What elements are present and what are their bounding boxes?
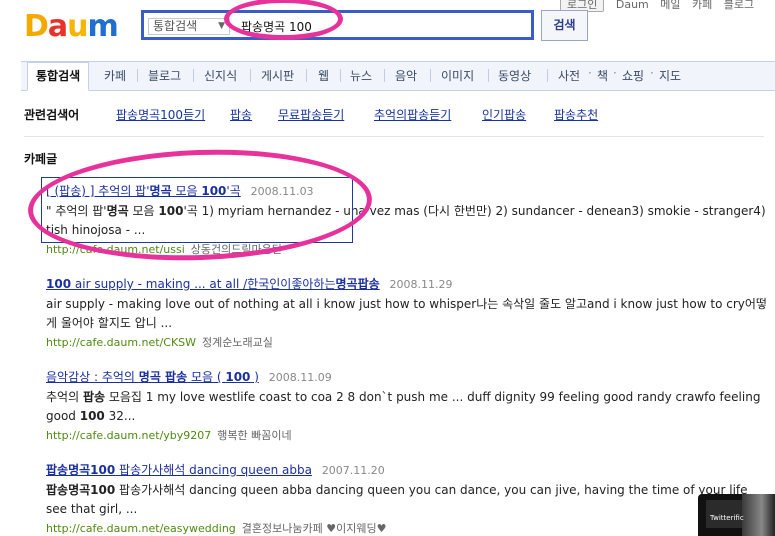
result-url[interactable]: http://cafe.daum.net/easywedding 결혼정보나눔카페… — [46, 520, 771, 536]
ad-phone-image[interactable]: Twitterific — [698, 494, 775, 536]
tab-shopping[interactable]: 쇼핑 — [622, 67, 644, 84]
result-date: 2008.11.29 — [389, 278, 453, 291]
logo-letter-m: m — [87, 9, 119, 44]
related-search-link[interactable]: 무료팝송듣기 — [278, 106, 344, 123]
daum-link[interactable]: Daum — [616, 0, 649, 11]
search-button[interactable]: 검색 — [541, 10, 588, 41]
search-scope-label: 통합검색 — [153, 19, 198, 33]
result-date: 2007.11.20 — [321, 464, 385, 477]
result-url[interactable]: http://cafe.daum.net/CKSW 정계순노래교실 — [46, 334, 771, 350]
tab-divider — [193, 69, 194, 82]
result-cafe-name[interactable]: 정계순노래교실 — [202, 336, 273, 349]
result-snippet: 팝송명곡100 팝송가사해석 dancing queen abba dancin… — [46, 483, 748, 516]
related-search-link[interactable]: 팝송추천 — [554, 106, 598, 123]
logo-letter-a: a — [47, 9, 68, 44]
result-snippet: air supply - making love out of nothing … — [46, 297, 767, 330]
logo-letter-d: D — [24, 9, 49, 44]
tab-divider — [430, 69, 431, 82]
related-searches-title: 관련검색어 — [24, 108, 80, 122]
tab-book[interactable]: 책 — [597, 67, 608, 84]
search-box: 통합검색 ▼ — [141, 10, 534, 40]
related-search-link[interactable]: 인기팝송 — [482, 106, 526, 123]
top-utility-links: 로그인 Daum 메일 카페 블로그 — [560, 0, 762, 12]
chevron-down-icon: ▼ — [218, 21, 225, 31]
related-search-link[interactable]: 팝송명곡100듣기 — [116, 106, 205, 123]
result-cafe-name[interactable]: 행복한 빠꼼이네 — [217, 429, 291, 442]
cafe-section-title: 카페글 — [24, 152, 58, 166]
phone-gloss — [742, 494, 775, 536]
tab-dot: · — [588, 66, 592, 80]
result-title-link[interactable]: 팝송명곡100 팝송가사해석 dancing queen abba — [46, 463, 312, 477]
result-snippet: " 추억의 팝'명곡 모음 100'곡 1) myriam hernandez … — [46, 204, 766, 237]
tab-knowledge[interactable]: 신지식 — [204, 67, 237, 84]
tab-web[interactable]: 웹 — [318, 67, 329, 84]
related-search-link[interactable]: 팝송 — [230, 106, 252, 123]
tab-divider — [340, 69, 341, 82]
tab-cafe[interactable]: 카페 — [104, 67, 126, 84]
search-input[interactable] — [241, 18, 521, 35]
tab-divider — [137, 69, 138, 82]
tab-divider — [488, 69, 489, 82]
blog-link[interactable]: 블로그 — [724, 0, 754, 11]
search-scope-select[interactable]: 통합검색 ▼ — [148, 18, 230, 35]
result-url[interactable]: http://cafe.daum.net/ussi 상동건의드림마운틴 — [46, 241, 771, 257]
tab-divider — [547, 69, 548, 82]
tab-divider — [384, 69, 385, 82]
tab-dot: · — [650, 66, 654, 80]
result-title-link[interactable]: [ (팝송) ] 추억의 팝'명곡 모음 100'곡 — [46, 184, 241, 198]
ad-label: Twitterific — [710, 514, 744, 522]
tab-blog[interactable]: 블로그 — [148, 67, 181, 84]
tab-dot: · — [613, 66, 617, 80]
tab-divider — [250, 69, 251, 82]
cafe-link[interactable]: 카페 — [692, 0, 712, 11]
result-snippet: 추억의 팝송 모음집 1 my love westlife coast to c… — [46, 390, 761, 423]
search-result: [ (팝송) ] 추억의 팝'명곡 모음 100'곡 2008.11.03 " … — [46, 182, 771, 257]
related-search-link[interactable]: 추억의팝송듣기 — [374, 106, 451, 123]
tab-news[interactable]: 뉴스 — [350, 67, 372, 84]
search-result: 팝송명곡100 팝송가사해석 dancing queen abba 2007.1… — [46, 461, 771, 536]
daum-logo[interactable]: Daum — [24, 9, 119, 44]
divider — [24, 136, 764, 137]
tab-integrated[interactable]: 통합검색 — [27, 62, 90, 91]
result-cafe-name[interactable]: 상동건의드림마운틴 — [191, 243, 282, 256]
logo-letter-u: u — [67, 9, 88, 44]
tab-board[interactable]: 게시판 — [261, 67, 294, 84]
search-tabs: 통합검색 카페 블로그 신지식 게시판 웹 뉴스 음악 이미지 동영상 사전 ·… — [21, 61, 775, 91]
tab-dictionary[interactable]: 사전 — [558, 67, 580, 84]
search-result: 100 air supply - making ... at all /한국인이… — [46, 275, 771, 350]
result-url[interactable]: http://cafe.daum.net/yby9207 행복한 빠꼼이네 — [46, 427, 771, 443]
mail-link[interactable]: 메일 — [660, 0, 680, 11]
result-date: 2008.11.09 — [268, 371, 332, 384]
search-result: 음악감상 : 추억의 명곡 팝송 모음 ( 100 ) 2008.11.09 추… — [46, 368, 771, 443]
tab-divider — [306, 69, 307, 82]
result-date: 2008.11.03 — [250, 185, 314, 198]
result-title-link[interactable]: 음악감상 : 추억의 명곡 팝송 모음 ( 100 ) — [46, 370, 259, 384]
tab-video[interactable]: 동영상 — [498, 67, 531, 84]
result-cafe-name[interactable]: 결혼정보나눔카페 ♥이지웨딩♥ — [242, 522, 387, 535]
result-title-link[interactable]: 100 air supply - making ... at all /한국인이… — [46, 277, 380, 291]
tab-image[interactable]: 이미지 — [441, 67, 474, 84]
tab-map[interactable]: 지도 — [659, 67, 681, 84]
tab-music[interactable]: 음악 — [395, 67, 417, 84]
